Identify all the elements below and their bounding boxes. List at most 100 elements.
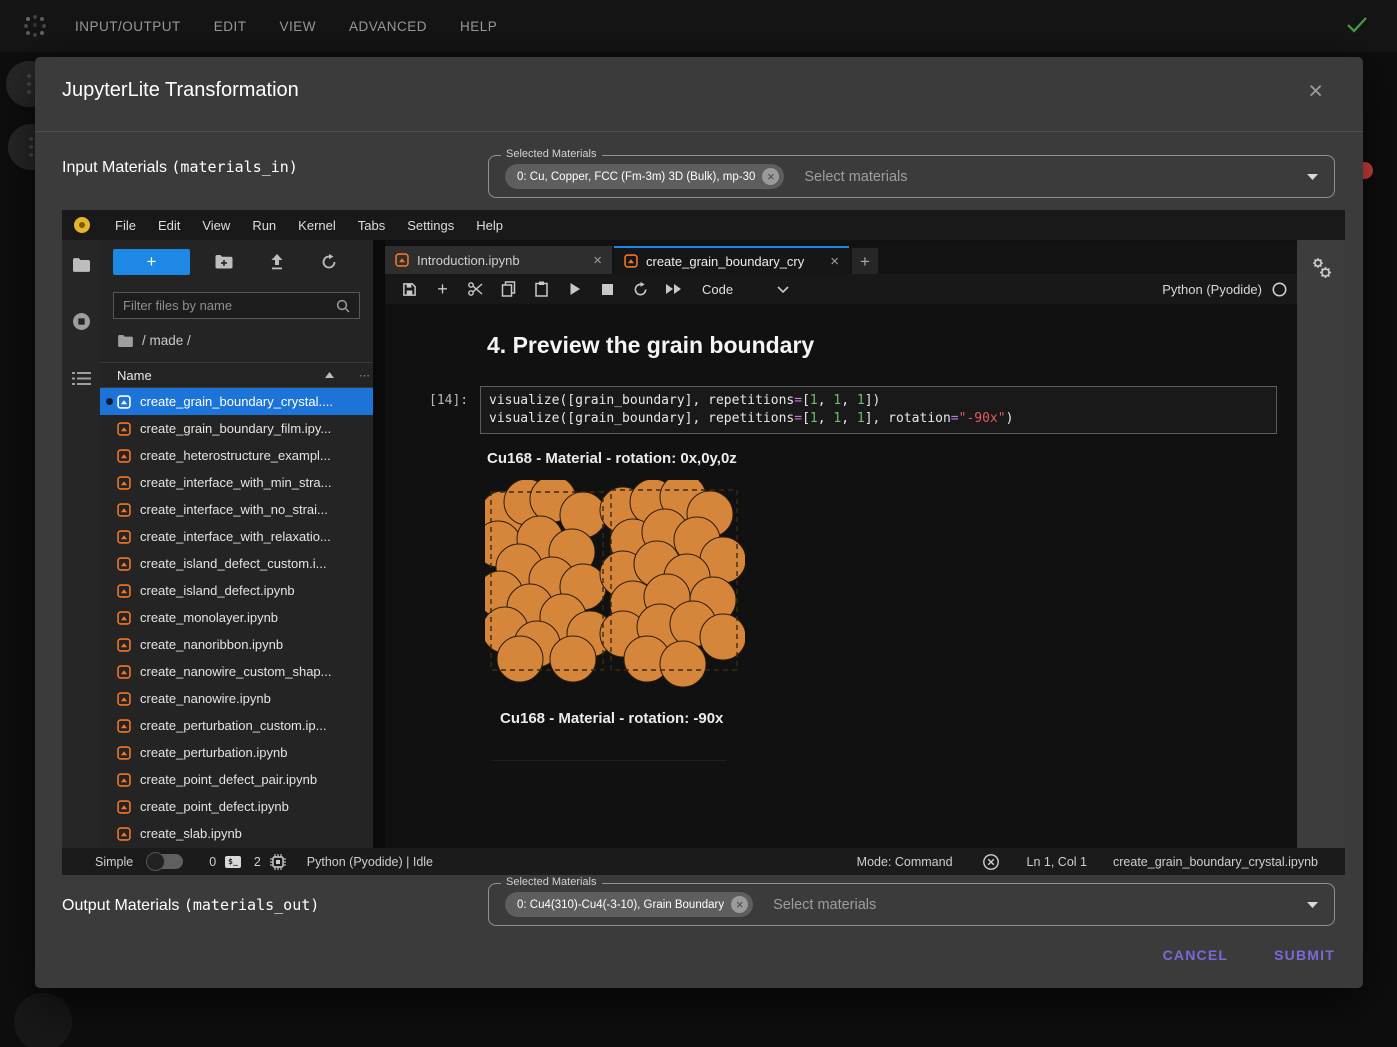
paste-cell-icon[interactable] [525,281,558,297]
code-cell[interactable]: visualize([grain_boundary], repetitions=… [480,386,1277,434]
gear-icon[interactable] [1309,256,1333,280]
check-icon [1345,15,1369,35]
file-item[interactable]: create_nanowire_custom_shap... [100,658,373,685]
chevron-down-icon[interactable] [777,286,789,293]
file-item[interactable]: create_monolayer.ipynb [100,604,373,631]
jupyter-menu-help[interactable]: Help [465,218,514,233]
simple-mode-toggle[interactable] [147,854,183,869]
notebook-content[interactable]: 4. Preview the grain boundary [14]: visu… [385,304,1297,848]
output-materials-select[interactable]: Selected Materials 0: Cu4(310)-Cu4(-3-10… [488,883,1335,926]
notebook-icon [117,584,131,598]
jupyterlite-transformation-dialog: JupyterLite Transformation × Input Mater… [35,57,1363,988]
jupyter-menu-settings[interactable]: Settings [396,218,465,233]
folder-icon [118,335,133,347]
app-menu-input-output[interactable]: INPUT/OUTPUT [75,19,181,34]
restart-kernel-icon[interactable] [624,282,657,297]
filter-files-box[interactable] [113,292,360,319]
copper-atom [700,614,745,660]
file-item[interactable]: create_point_defect.ipynb [100,793,373,820]
chip-remove-icon[interactable]: × [762,168,779,185]
close-tab-icon[interactable]: × [593,253,602,268]
input-materials-label: Input Materials (materials_in) [62,158,298,177]
chevron-down-icon[interactable] [1307,902,1318,908]
notebook-icon [117,692,131,706]
file-item[interactable]: create_slab.ipynb [100,820,373,847]
mode-indicator[interactable]: Mode: Command [857,855,953,869]
file-item[interactable]: create_grain_boundary_film.ipy... [100,415,373,442]
material-chip[interactable]: 0: Cu, Copper, FCC (Fm-3m) 3D (Bulk), mp… [505,164,784,189]
file-name: create_island_defect_custom.i... [140,556,326,571]
app-menu-help[interactable]: HELP [460,19,497,34]
select-materials-placeholder: Select materials [804,169,907,185]
tab-label: create_grain_boundary_cry [646,254,804,269]
notebook-icon [117,449,131,463]
output-caption-bottom: Cu168 - Material - rotation: -90x [500,710,723,727]
running-sessions-icon[interactable] [72,312,91,331]
cell-type-dropdown[interactable]: Code [702,282,733,297]
cancel-button[interactable]: CANCEL [1163,947,1229,963]
new-launcher-button[interactable]: + [113,249,190,275]
restart-run-all-icon[interactable] [657,283,690,295]
notebook-icon [117,800,131,814]
new-folder-icon[interactable] [215,255,233,269]
file-item[interactable]: create_nanowire.ipynb [100,685,373,712]
selected-materials-legend: Selected Materials [501,876,602,888]
file-name: create_heterostructure_exampl... [140,448,331,463]
chevron-down-icon[interactable] [1307,174,1318,180]
code-editor[interactable]: visualize([grain_boundary], repetitions=… [489,392,1268,428]
notebook-icon [117,476,131,490]
app-menu-advanced[interactable]: ADVANCED [349,19,427,34]
jupyter-menu-view[interactable]: View [191,218,241,233]
save-icon[interactable] [393,282,426,297]
file-name: create_nanoribbon.ipynb [140,637,283,652]
input-materials-select[interactable]: Selected Materials 0: Cu, Copper, FCC (F… [488,155,1335,198]
file-item[interactable]: create_heterostructure_exampl... [100,442,373,469]
file-item[interactable]: create_grain_boundary_crystal.... [100,388,373,415]
file-item[interactable]: create_interface_with_relaxatio... [100,523,373,550]
material-chip[interactable]: 0: Cu4(310)-Cu4(-3-10), Grain Boundary × [505,892,753,917]
stop-kernel-icon[interactable] [591,284,624,295]
close-icon[interactable]: × [1308,79,1323,104]
jupyter-menu-edit[interactable]: Edit [147,218,191,233]
file-item[interactable]: create_perturbation.ipynb [100,739,373,766]
app-menu-view[interactable]: VIEW [280,19,317,34]
panel-divider[interactable] [373,240,385,848]
corner-decoration [14,993,72,1047]
sort-ascending-icon [325,372,334,378]
filter-files-input[interactable] [123,298,336,313]
close-tab-icon[interactable]: × [830,254,839,269]
submit-button[interactable]: SUBMIT [1274,947,1335,963]
file-item[interactable]: create_nanoribbon.ipynb [100,631,373,658]
jupyter-menu-file[interactable]: File [104,218,147,233]
chip-remove-icon[interactable]: × [731,896,748,913]
add-cell-icon[interactable]: + [426,279,459,300]
tab-introduction[interactable]: Introduction.ipynb × [385,246,612,274]
jupyter-menu-run[interactable]: Run [241,218,287,233]
upload-icon[interactable] [270,254,284,270]
copper-atom [550,636,596,682]
add-tab-button[interactable]: + [852,248,878,274]
file-name: create_interface_with_no_strai... [140,502,328,517]
file-item[interactable]: create_point_defect_pair.ipynb [100,766,373,793]
notebook-icon [117,530,131,544]
file-item[interactable]: create_interface_with_no_strai... [100,496,373,523]
breadcrumb[interactable]: / made / [118,333,191,348]
run-cell-icon[interactable] [558,282,591,296]
jupyter-menu-tabs[interactable]: Tabs [347,218,396,233]
jupyter-menu-kernel[interactable]: Kernel [287,218,347,233]
app-menu-edit[interactable]: EDIT [214,19,247,34]
file-list-header[interactable]: Name ⋯ [100,362,373,388]
file-item[interactable]: create_interface_with_min_stra... [100,469,373,496]
file-browser-icon[interactable] [73,258,90,272]
file-item[interactable]: create_island_defect.ipynb [100,577,373,604]
cut-cell-icon[interactable] [459,282,492,296]
table-of-contents-icon[interactable] [72,371,91,386]
cursor-position[interactable]: Ln 1, Col 1 [1027,855,1087,869]
file-item[interactable]: create_island_defect_custom.i... [100,550,373,577]
refresh-icon[interactable] [321,254,337,270]
copy-cell-icon[interactable] [492,281,525,297]
file-browser-panel: + [100,240,373,848]
file-item[interactable]: create_perturbation_custom.ip... [100,712,373,739]
tab-create-grain-boundary[interactable]: create_grain_boundary_cry × [614,246,849,274]
kernel-selector[interactable]: Python (Pyodide) [1162,282,1287,297]
